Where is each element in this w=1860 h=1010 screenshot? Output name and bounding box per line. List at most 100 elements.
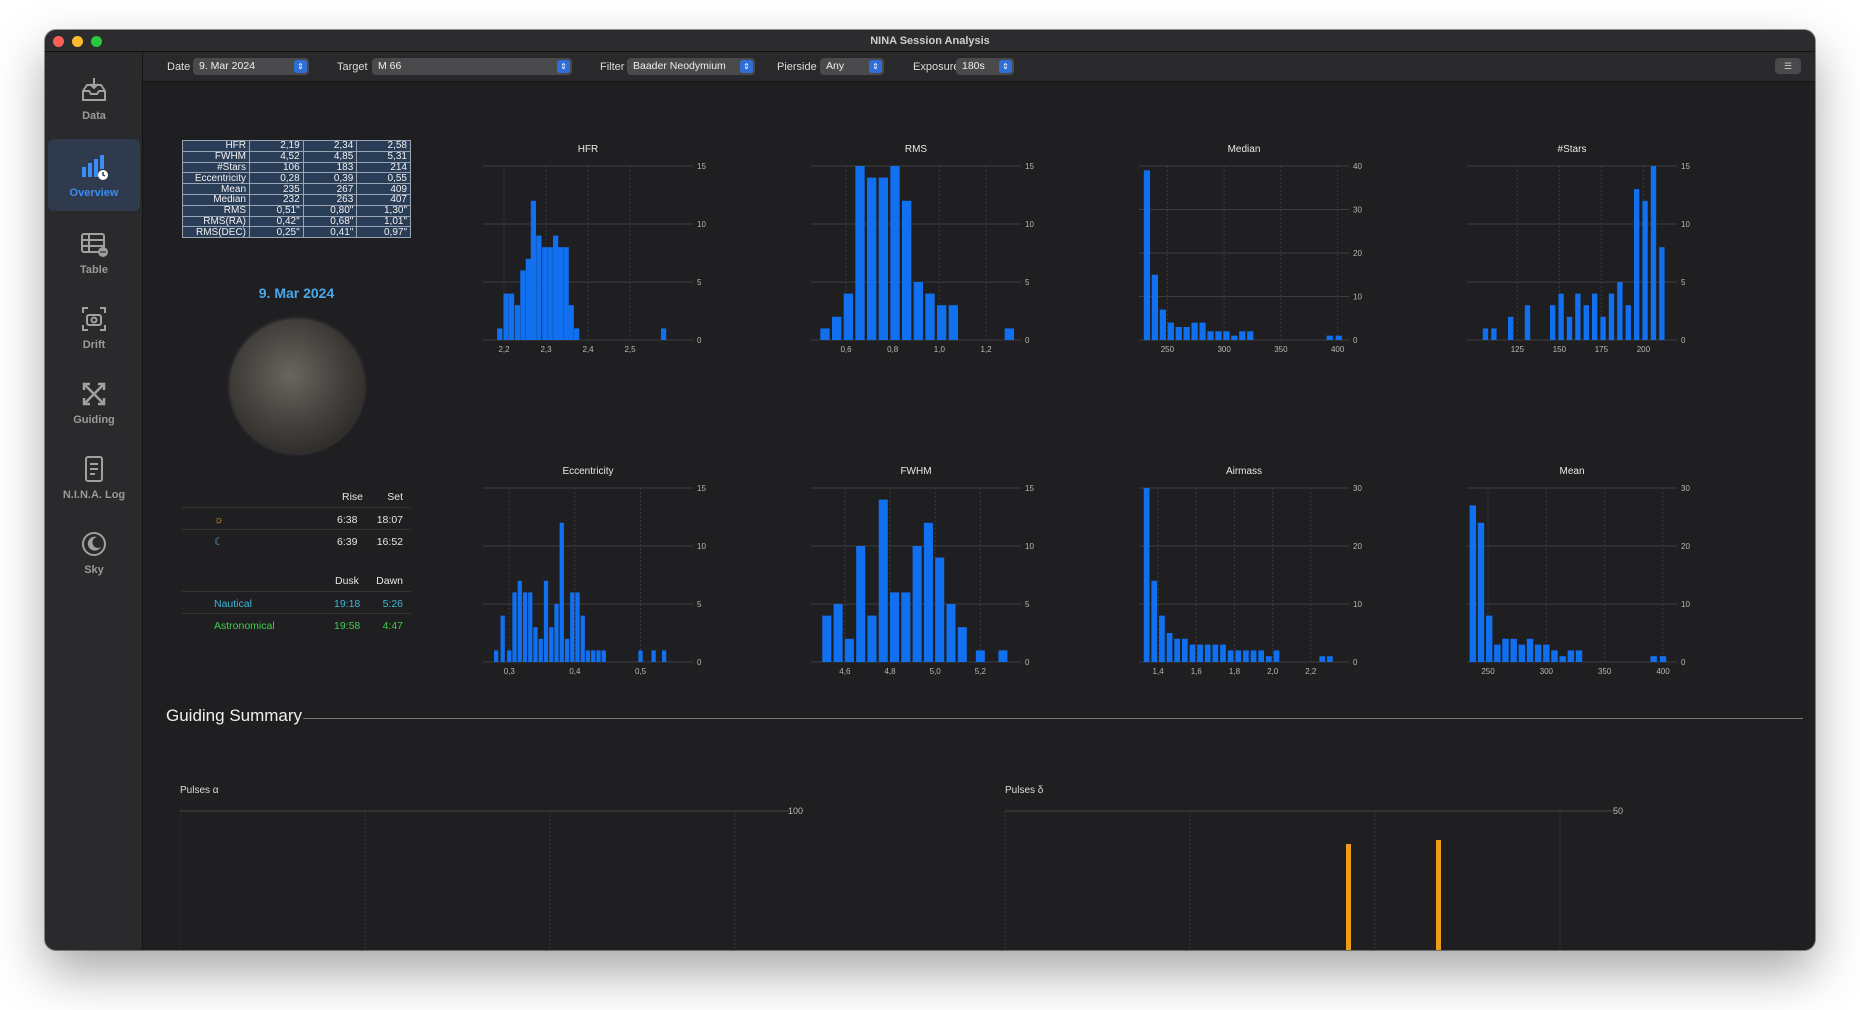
histogram-bar [1327,656,1333,662]
stats-value-cell: 0,97" [356,226,411,239]
histogram-svg: Mean 0 10 20 30 250 300 350 400 [1467,466,1690,676]
twilight-table: Dusk Dawn Nautical 19:18 5:26 Astronomic… [182,569,411,635]
options-button[interactable]: ☰ [1775,58,1801,74]
y-tick-label: 10 [1353,293,1362,302]
stats-value-cell: 0,51" [249,204,304,217]
x-tick-label: 2,4 [582,345,594,354]
histogram-bar [957,627,967,662]
document-log-icon [85,456,103,482]
sidebar-item-data[interactable]: Data [48,62,140,134]
sidebar-item-label: Table [80,264,108,276]
stats-value-cell: 5,31 [356,150,411,163]
chart-title: Mean [1559,466,1584,477]
close-window-button[interactable] [53,36,64,47]
histogram-bar [1227,650,1234,662]
app-window: NINA Session Analysis Data Overview Tabl… [45,30,1815,950]
histogram-svg: Airmass 0 10 20 30 1,4 1,6 1,8 2,0 2,2 [1139,466,1362,676]
minimize-window-button[interactable] [72,36,83,47]
y-tick-label: 10 [1681,220,1690,229]
stats-label-cell: #Stars [182,161,250,174]
stats-value-cell: 0,80" [302,204,358,217]
histogram-bar [530,200,537,340]
y-tick-label: 10 [697,542,706,551]
histogram-bar [855,166,865,340]
y-tick-label: 10 [1025,220,1034,229]
moon-date: 9. Mar 2024 [258,285,335,301]
stats-value-cell: 0,55 [356,172,411,185]
histogram-bar [547,247,553,340]
stats-label-cell: FWHM [182,150,250,163]
pulses-ra-ymax: 100 [788,806,803,816]
x-tick-label: 1,2 [980,345,992,354]
sidebar-item-sky[interactable]: Sky [48,516,140,588]
date-label: Date [167,61,191,73]
pierside-select[interactable]: Any ⇕ [820,58,884,75]
table-icon [81,233,108,257]
histogram-bar [543,580,549,662]
y-tick-label: 0 [1353,658,1358,667]
guiding-summary-title: Guiding Summary [166,706,303,725]
astronomical-dusk: 19:58 [334,620,361,632]
chart-title: #Stars [1558,144,1587,155]
x-tick-label: 0,3 [504,667,516,676]
histogram-bar [925,293,935,340]
x-tick-label: 1,0 [934,345,946,354]
stats-value-cell: 0,41" [302,226,358,239]
histogram-bar [1543,644,1550,662]
histogram-bar [508,293,515,340]
stats-label-cell: Eccentricity [182,172,250,185]
histogram-bar [1600,316,1606,340]
y-tick-label: 30 [1353,206,1362,215]
histogram-bar [1235,650,1242,662]
stats-value-cell: 267 [302,183,358,195]
histogram-bar [585,650,591,662]
sidebar-item-guiding[interactable]: Guiding [48,366,140,438]
histogram-bar [1167,322,1174,340]
filter-select[interactable]: Baader Neodymium ⇕ [627,58,755,75]
sidebar-item-drift[interactable]: Drift [48,291,140,363]
histogram-bar [1151,580,1158,662]
x-tick-label: 300 [1217,345,1231,354]
histogram-bar [923,522,933,662]
histogram-bar [878,499,888,662]
sidebar-item-table[interactable]: Table [48,216,140,288]
histogram-bar [820,328,830,340]
histogram-bar [1265,656,1272,662]
x-tick-label: 1,8 [1229,667,1241,676]
target-select[interactable]: M 66 ⇕ [372,58,572,75]
chart-title: RMS [905,144,928,155]
filter-toolbar: Date 9. Mar 2024 ⇕ Target M 66 ⇕ Filter … [143,52,1815,82]
y-tick-label: 10 [697,220,706,229]
histogram-bar [1642,200,1648,340]
histogram-bar [520,270,526,340]
histogram-bar [517,580,522,662]
sidebar-item-overview[interactable]: Overview [48,139,140,211]
stats-label-cell: Mean [182,183,250,195]
stats-value-cell: 214 [356,161,411,174]
histogram-bar [528,592,533,662]
sun-set: 18:07 [376,514,403,526]
x-tick-label: 0,6 [840,345,852,354]
histogram-svg: RMS 0 5 10 15 0,6 0,8 1,0 1,2 [811,144,1034,354]
exposure-select[interactable]: 180s ⇕ [956,58,1014,75]
stats-row: #Stars 106 183 214 [182,161,411,174]
stats-value-cell: 407 [356,193,411,206]
date-select[interactable]: 9. Mar 2024 ⇕ [193,58,309,75]
stats-row: RMS(DEC) 0,25" 0,41" 0,97" [182,226,411,239]
sidebar-item-label: Guiding [73,414,115,426]
chart-overview-icon [82,155,108,180]
histogram-bar [558,247,564,340]
x-tick-label: 5,2 [975,667,987,676]
rise-set-header: Rise Set [182,485,411,507]
stats-value-cell: 4,52 [249,150,304,163]
stats-value-cell: 0,39 [302,172,358,185]
chart-title: Eccentricity [562,466,613,477]
sidebar-item-nina-log[interactable]: N.I.N.A. Log [48,441,140,513]
histogram-bar [1199,322,1206,340]
histogram-svg: HFR 0 5 10 15 2,2 2,3 2,4 2,5 [483,144,706,354]
maximize-window-button[interactable] [91,36,102,47]
stats-value-cell: 2,19 [249,140,304,152]
histogram-bar [1494,644,1501,662]
y-tick-label: 30 [1681,484,1690,493]
stats-value-cell: 0,25" [249,226,304,239]
